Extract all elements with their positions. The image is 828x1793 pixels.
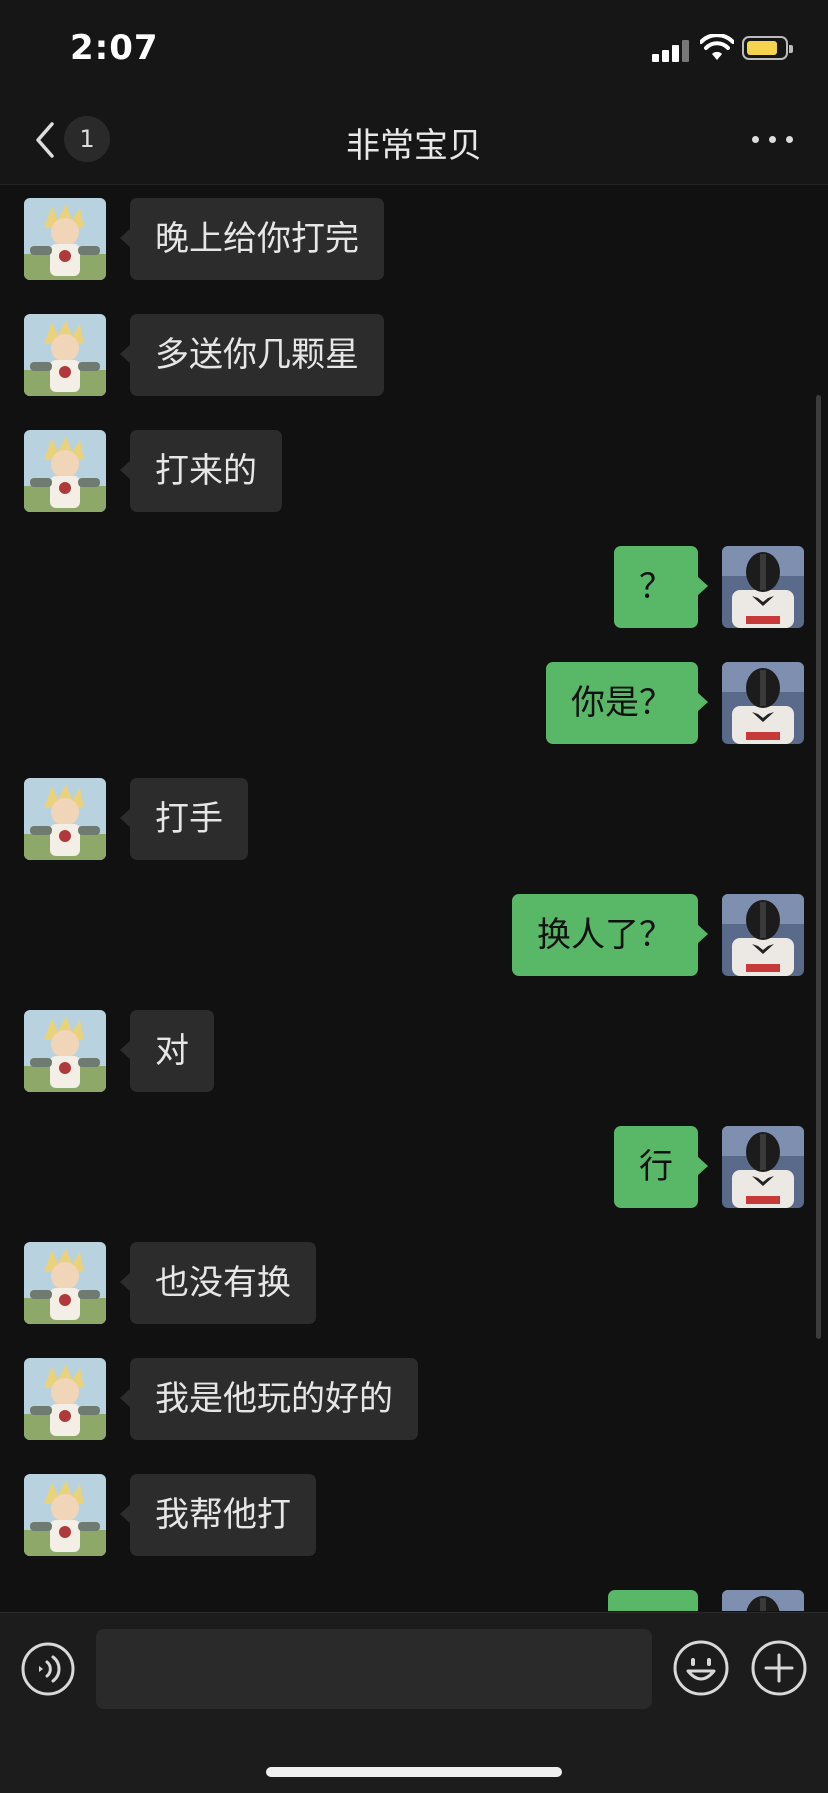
home-indicator[interactable] xyxy=(266,1767,562,1777)
message-row: 对 xyxy=(0,1010,828,1092)
message-row: 打来的 xyxy=(0,430,828,512)
user-avatar[interactable] xyxy=(722,1590,804,1611)
emoji-icon[interactable] xyxy=(672,1639,730,1697)
message-row: 打手 xyxy=(0,778,828,860)
message-bubble[interactable]: 多送你几颗星 xyxy=(120,314,384,396)
message-row: 晚上给你打完 xyxy=(0,198,828,280)
message-bubble[interactable]: 对 xyxy=(120,1010,214,1092)
message-bubble[interactable] xyxy=(608,1590,698,1611)
message-row: 行 xyxy=(0,1126,828,1208)
message-bubble[interactable]: 我帮他打 xyxy=(120,1474,316,1556)
message-list[interactable]: 晚上给你打完 多送你几颗星 打来的 ？ 你是？ 打手 换人了？ 对 行 也没有换… xyxy=(0,185,828,1611)
wifi-icon xyxy=(700,34,734,60)
message-bubble[interactable]: 换人了？ xyxy=(512,894,708,976)
contact-avatar[interactable] xyxy=(24,778,106,860)
contact-avatar[interactable] xyxy=(24,198,106,280)
chat-header: 1 非常宝贝 xyxy=(0,96,828,185)
cellular-signal-icon xyxy=(652,40,692,62)
message-bubble[interactable]: 我是他玩的好的 xyxy=(120,1358,418,1440)
voice-icon[interactable] xyxy=(20,1641,76,1697)
contact-avatar[interactable] xyxy=(24,1242,106,1324)
contact-avatar[interactable] xyxy=(24,314,106,396)
more-horizontal-icon[interactable] xyxy=(748,124,798,154)
user-avatar[interactable] xyxy=(722,894,804,976)
message-row: 也没有换 xyxy=(0,1242,828,1324)
message-bubble[interactable]: 行 xyxy=(614,1126,708,1208)
message-bubble[interactable]: ？ xyxy=(614,546,708,628)
input-bar xyxy=(0,1612,828,1793)
message-row: 你是？ xyxy=(0,662,828,744)
message-row: 换人了？ xyxy=(0,894,828,976)
message-row: 我帮他打 xyxy=(0,1474,828,1556)
message-bubble[interactable]: 打手 xyxy=(120,778,248,860)
contact-avatar[interactable] xyxy=(24,430,106,512)
contact-avatar[interactable] xyxy=(24,1358,106,1440)
message-bubble[interactable]: 你是？ xyxy=(546,662,708,744)
chat-title: 非常宝贝 xyxy=(346,126,482,166)
message-row: 多送你几颗星 xyxy=(0,314,828,396)
message-row: ？ xyxy=(0,546,828,628)
user-avatar[interactable] xyxy=(722,662,804,744)
message-bubble[interactable]: 晚上给你打完 xyxy=(120,198,384,280)
message-row: 我是他玩的好的 xyxy=(0,1358,828,1440)
user-avatar[interactable] xyxy=(722,546,804,628)
status-bar: 2:07 xyxy=(0,0,828,96)
message-input[interactable] xyxy=(96,1629,652,1709)
message-row xyxy=(0,1590,828,1611)
status-time: 2:07 xyxy=(70,28,159,68)
contact-avatar[interactable] xyxy=(24,1474,106,1556)
scrollbar[interactable] xyxy=(816,395,821,1339)
contact-avatar[interactable] xyxy=(24,1010,106,1092)
message-bubble[interactable]: 打来的 xyxy=(120,430,282,512)
user-avatar[interactable] xyxy=(722,1126,804,1208)
plus-icon[interactable] xyxy=(750,1639,808,1697)
message-bubble[interactable]: 也没有换 xyxy=(120,1242,316,1324)
battery-icon xyxy=(742,36,793,60)
